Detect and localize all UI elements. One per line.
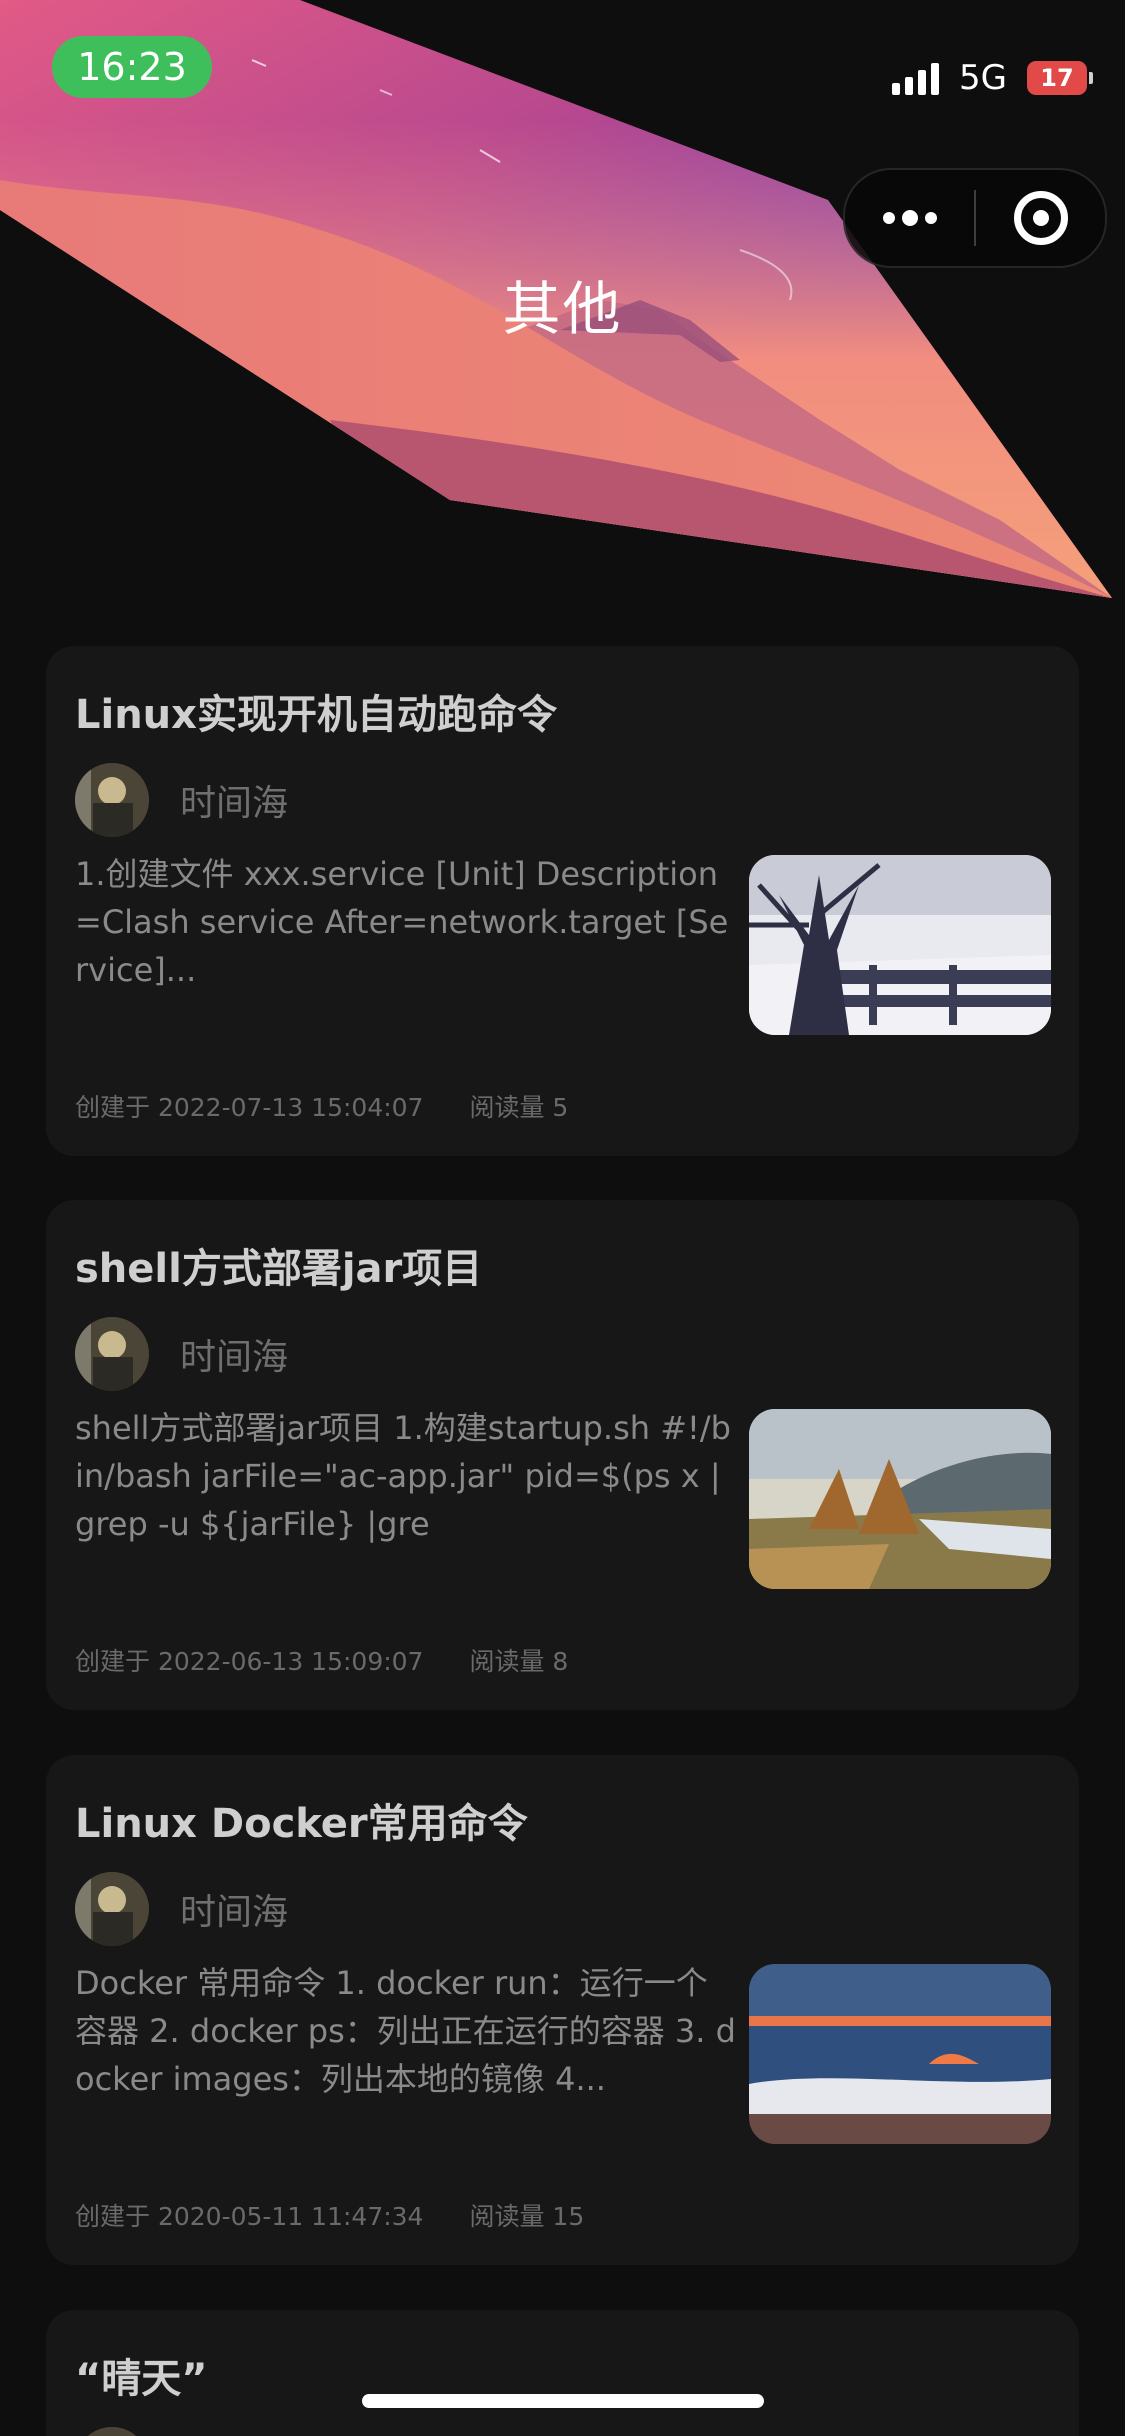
article-created: 创建于 2020-05-11 11:47:34 bbox=[75, 2202, 424, 2231]
article-views: 阅读量 8 bbox=[469, 1647, 569, 1676]
author-name: 时间海 bbox=[180, 783, 289, 824]
capsule-menu bbox=[843, 168, 1107, 268]
article-thumbnail bbox=[749, 1409, 1051, 1589]
status-indicators: 5G 17 bbox=[892, 58, 1093, 98]
battery-icon: 17 bbox=[1027, 61, 1093, 95]
article-meta: 创建于 2020-05-11 11:47:34 阅读量 15 bbox=[75, 2197, 584, 2233]
author-row: 时间海 bbox=[75, 1317, 288, 1391]
article-title: “晴天” bbox=[75, 2356, 208, 2402]
article-created: 创建于 2022-06-13 15:09:07 bbox=[75, 1647, 424, 1676]
article-thumbnail bbox=[749, 1964, 1051, 2144]
article-excerpt: 1.创建文件 xxx.service [Unit] Description=Cl… bbox=[75, 855, 729, 989]
author-avatar bbox=[75, 2427, 149, 2436]
article-excerpt: shell方式部署jar项目 1.构建startup.sh #!/bin/bas… bbox=[75, 1409, 731, 1543]
article-excerpt: Docker 常用命令 1. docker run：运行一个容器 2. dock… bbox=[75, 1964, 736, 2098]
article-thumbnail bbox=[749, 855, 1051, 1035]
screen: 其他 16:23 5G 17 Linux实现开机自动跑命令 时间海 1.创建文件… bbox=[0, 0, 1125, 2436]
battery-level: 17 bbox=[1040, 64, 1074, 92]
article-card[interactable]: shell方式部署jar项目 时间海 shell方式部署jar项目 1.构建st… bbox=[46, 1200, 1079, 1710]
article-created: 创建于 2022-07-13 15:04:07 bbox=[75, 1093, 424, 1122]
more-button[interactable] bbox=[845, 170, 974, 266]
article-card[interactable]: Linux实现开机自动跑命令 时间海 1.创建文件 xxx.service [U… bbox=[46, 646, 1079, 1156]
article-views: 阅读量 15 bbox=[469, 2202, 585, 2231]
article-meta: 创建于 2022-06-13 15:09:07 阅读量 8 bbox=[75, 1642, 568, 1678]
author-name: 时间海 bbox=[180, 1337, 289, 1378]
page-title: 其他 bbox=[502, 275, 623, 343]
article-title: shell方式部署jar项目 bbox=[75, 1246, 483, 1292]
network-type: 5G bbox=[959, 58, 1007, 98]
close-miniprogram-button[interactable] bbox=[976, 170, 1105, 266]
status-time: 16:23 bbox=[52, 36, 212, 98]
author-row: 时间海 bbox=[75, 763, 288, 837]
author-avatar bbox=[75, 1872, 149, 1946]
author-row bbox=[75, 2427, 149, 2436]
author-row: 时间海 bbox=[75, 1872, 288, 1946]
article-views: 阅读量 5 bbox=[469, 1093, 569, 1122]
article-meta: 创建于 2022-07-13 15:04:07 阅读量 5 bbox=[75, 1088, 568, 1124]
author-avatar bbox=[75, 1317, 149, 1391]
article-title: Linux Docker常用命令 bbox=[75, 1801, 528, 1847]
article-card[interactable]: Linux Docker常用命令 时间海 Docker 常用命令 1. dock… bbox=[46, 1755, 1079, 2265]
article-card[interactable]: “晴天” bbox=[46, 2310, 1079, 2436]
target-icon bbox=[1013, 191, 1068, 245]
author-avatar bbox=[75, 763, 149, 837]
article-title: Linux实现开机自动跑命令 bbox=[75, 692, 557, 738]
signal-icon bbox=[892, 61, 940, 95]
home-indicator[interactable] bbox=[362, 2394, 764, 2408]
more-dots-icon bbox=[882, 210, 937, 226]
author-name: 时间海 bbox=[180, 1892, 289, 1933]
